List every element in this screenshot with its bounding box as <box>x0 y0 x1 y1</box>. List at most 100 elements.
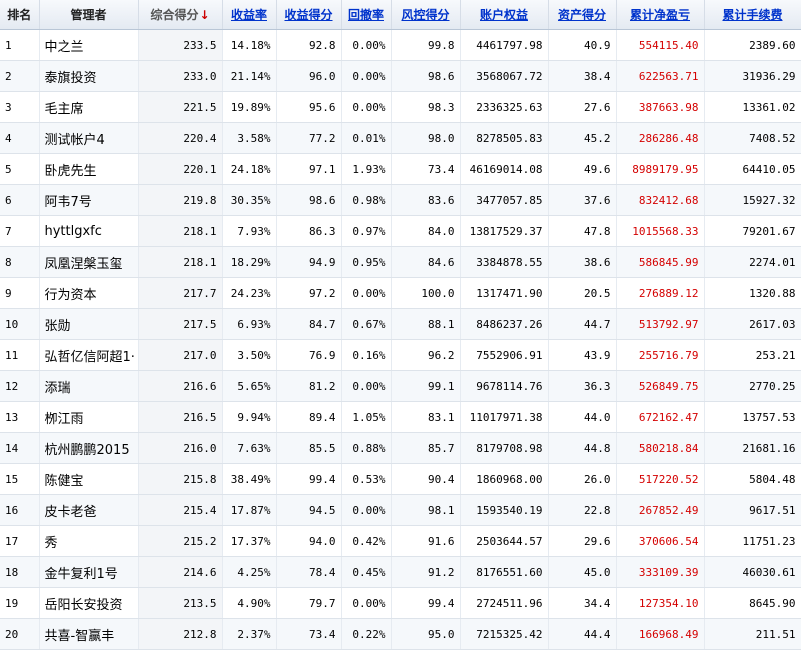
fees-cell: 79201.67 <box>704 215 801 247</box>
equity-cell: 46169014.08 <box>460 153 549 185</box>
risk-score-cell: 73.4 <box>391 153 461 185</box>
risk-score-cell: 90.4 <box>391 463 461 495</box>
header-total-score-label: 综合得分 <box>150 8 199 22</box>
drawdown-cell: 0.01% <box>341 122 392 154</box>
rank-cell: 10 <box>0 308 40 340</box>
manager-name-cell: 秀 <box>39 525 139 557</box>
rank-cell: 11 <box>0 339 40 371</box>
total-score-cell: 219.8 <box>138 184 223 216</box>
total-score-cell: 215.8 <box>138 463 223 495</box>
rank-cell: 15 <box>0 463 40 495</box>
table-row: 1 中之兰 233.5 14.18% 92.8 0.00% 99.8 4461797.98 40… <box>0 29 801 61</box>
drawdown-cell: 0.22% <box>341 618 392 650</box>
net-pnl-cell: 286286.48 <box>616 122 705 154</box>
header-net-pnl[interactable]: 累计净盈亏 <box>616 0 705 30</box>
table-row: 9 行为资本 217.7 24.23% 97.2 0.00% 100.0 1317471.90… <box>0 277 801 309</box>
return-rate-cell: 17.37% <box>222 525 277 557</box>
return-score-cell: 81.2 <box>276 370 342 402</box>
net-pnl-cell: 517220.52 <box>616 463 705 495</box>
fees-cell: 1320.88 <box>704 277 801 309</box>
equity-cell: 2724511.96 <box>460 587 549 619</box>
fees-cell: 5804.48 <box>704 463 801 495</box>
fees-cell: 8645.90 <box>704 587 801 619</box>
header-equity[interactable]: 账户权益 <box>460 0 549 30</box>
total-score-cell: 233.5 <box>138 29 223 61</box>
manager-name-cell: hyttlgxfc <box>39 215 139 247</box>
table-row: 16 皮卡老爸 215.4 17.87% 94.5 0.00% 98.1 1593540.19… <box>0 494 801 526</box>
net-pnl-cell: 526849.75 <box>616 370 705 402</box>
fees-cell: 13757.53 <box>704 401 801 433</box>
total-score-cell: 213.5 <box>138 587 223 619</box>
table-row: 3 毛主席 221.5 19.89% 95.6 0.00% 98.3 2336325.63 27… <box>0 91 801 123</box>
header-total-score[interactable]: 综合得分↓ <box>138 0 223 30</box>
header-risk-score[interactable]: 风控得分 <box>391 0 461 30</box>
fees-cell: 211.51 <box>704 618 801 650</box>
return-score-cell: 94.5 <box>276 494 342 526</box>
equity-cell: 1593540.19 <box>460 494 549 526</box>
asset-score-cell: 45.0 <box>548 556 617 588</box>
return-rate-cell: 9.94% <box>222 401 277 433</box>
header-fees[interactable]: 累计手续费 <box>704 0 801 30</box>
fees-cell: 13361.02 <box>704 91 801 123</box>
drawdown-cell: 0.42% <box>341 525 392 557</box>
asset-score-cell: 36.3 <box>548 370 617 402</box>
drawdown-cell: 0.98% <box>341 184 392 216</box>
risk-score-cell: 98.0 <box>391 122 461 154</box>
header-drawdown[interactable]: 回撤率 <box>341 0 392 30</box>
header-asset-score[interactable]: 资产得分 <box>548 0 617 30</box>
manager-name-cell: 卧虎先生 <box>39 153 139 185</box>
rank-cell: 1 <box>0 29 40 61</box>
asset-score-cell: 44.7 <box>548 308 617 340</box>
net-pnl-cell: 832412.68 <box>616 184 705 216</box>
table-row: 8 凤凰涅槃玉玺 218.1 18.29% 94.9 0.95% 84.6 3384878.5… <box>0 246 801 278</box>
header-row: 排名 管理者 综合得分↓ 收益率 收益得分 回撤率 风控得分 账户权益 资产得分… <box>0 0 801 30</box>
fees-cell: 2770.25 <box>704 370 801 402</box>
risk-score-cell: 96.2 <box>391 339 461 371</box>
drawdown-cell: 0.95% <box>341 246 392 278</box>
drawdown-cell: 0.88% <box>341 432 392 464</box>
return-score-cell: 95.6 <box>276 91 342 123</box>
return-rate-cell: 3.58% <box>222 122 277 154</box>
rank-cell: 18 <box>0 556 40 588</box>
table-row: 6 阿韦7号 219.8 30.35% 98.6 0.98% 83.6 3477057.85 3… <box>0 184 801 216</box>
asset-score-cell: 38.4 <box>548 60 617 92</box>
header-return-rate[interactable]: 收益率 <box>222 0 277 30</box>
risk-score-cell: 84.0 <box>391 215 461 247</box>
return-score-cell: 94.9 <box>276 246 342 278</box>
risk-score-cell: 99.8 <box>391 29 461 61</box>
return-score-cell: 86.3 <box>276 215 342 247</box>
rank-cell: 14 <box>0 432 40 464</box>
equity-cell: 3477057.85 <box>460 184 549 216</box>
total-score-cell: 233.0 <box>138 60 223 92</box>
header-rank: 排名 <box>0 0 40 30</box>
drawdown-cell: 0.97% <box>341 215 392 247</box>
asset-score-cell: 37.6 <box>548 184 617 216</box>
table-row: 11 弘哲亿信阿超1· 217.0 3.50% 76.9 0.16% 96.2 7552906… <box>0 339 801 371</box>
fees-cell: 31936.29 <box>704 60 801 92</box>
total-score-cell: 215.2 <box>138 525 223 557</box>
equity-cell: 4461797.98 <box>460 29 549 61</box>
drawdown-cell: 0.00% <box>341 91 392 123</box>
manager-name-cell: 杭州鹏鹏2015 <box>39 432 139 464</box>
table-row: 10 张勋 217.5 6.93% 84.7 0.67% 88.1 8486237.26 44.… <box>0 308 801 340</box>
net-pnl-cell: 166968.49 <box>616 618 705 650</box>
rank-cell: 12 <box>0 370 40 402</box>
table-row: 12 添瑞 216.6 5.65% 81.2 0.00% 99.1 9678114.76 36.… <box>0 370 801 402</box>
drawdown-cell: 0.45% <box>341 556 392 588</box>
return-score-cell: 97.2 <box>276 277 342 309</box>
return-score-cell: 89.4 <box>276 401 342 433</box>
drawdown-cell: 0.00% <box>341 494 392 526</box>
header-return-score[interactable]: 收益得分 <box>276 0 342 30</box>
fees-cell: 11751.23 <box>704 525 801 557</box>
manager-name-cell: 弘哲亿信阿超1· <box>39 339 139 371</box>
drawdown-cell: 0.67% <box>341 308 392 340</box>
net-pnl-cell: 1015568.33 <box>616 215 705 247</box>
asset-score-cell: 20.5 <box>548 277 617 309</box>
return-rate-cell: 24.18% <box>222 153 277 185</box>
equity-cell: 11017971.38 <box>460 401 549 433</box>
return-rate-cell: 3.50% <box>222 339 277 371</box>
table-row: 18 金牛复利1号 214.6 4.25% 78.4 0.45% 91.2 8176551.6… <box>0 556 801 588</box>
asset-score-cell: 34.4 <box>548 587 617 619</box>
rank-cell: 3 <box>0 91 40 123</box>
equity-cell: 3568067.72 <box>460 60 549 92</box>
